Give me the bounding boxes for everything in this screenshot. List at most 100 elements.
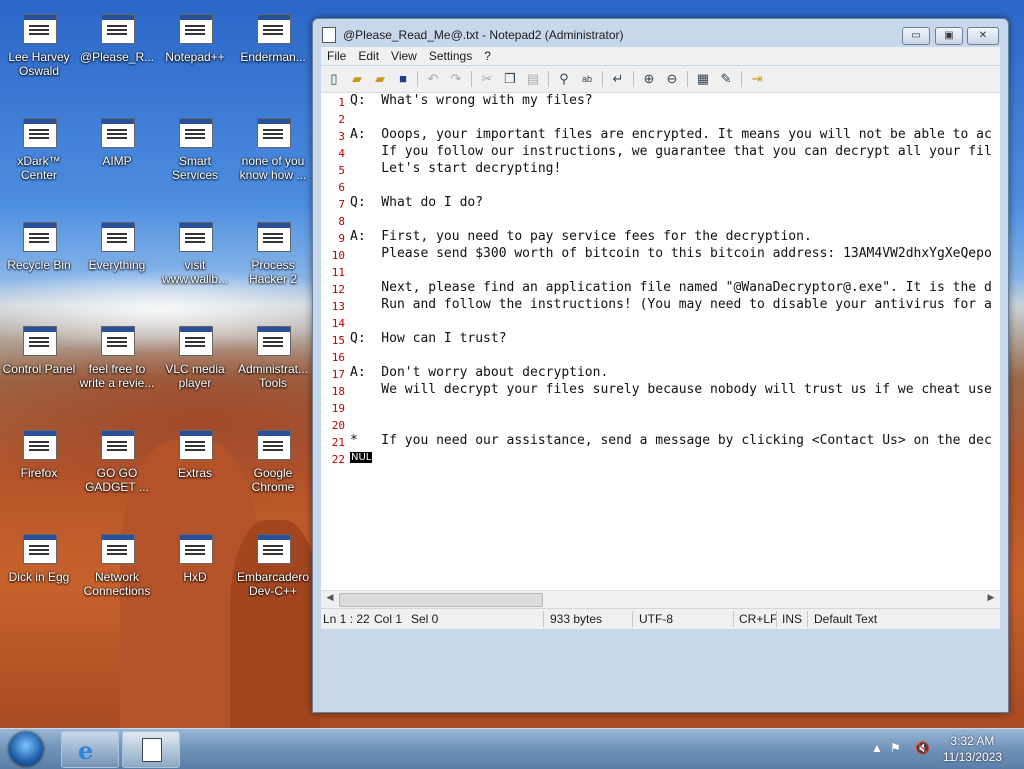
menu-settings[interactable]: Settings (423, 47, 478, 65)
title-bar[interactable]: @Please_Read_Me@.txt - Notepad2 (Adminis… (313, 19, 1008, 47)
desktop-icon[interactable]: Network Connections (78, 526, 156, 598)
desktop-icon[interactable]: none of you know how ... (234, 110, 312, 182)
admin-tools-icon (253, 318, 293, 358)
toolbar: ▯ ▰ ▰ ■ ↶ ↷ ✂ ❐ ▤ ⚲ ab ↵ ⊕ ⊖ ▦ ✎ ⇥ (321, 66, 1000, 93)
desktop-icon[interactable]: GO GO GADGET ... (78, 422, 156, 494)
text-line[interactable]: Let's start decrypting! (350, 161, 561, 176)
taskbar-notepad2[interactable] (122, 731, 180, 768)
text-line[interactable]: Run and follow the instructions! (You ma… (350, 297, 992, 312)
text-line[interactable]: If you follow our instructions, we guara… (350, 144, 992, 159)
zoom-out-icon[interactable]: ⊖ (664, 71, 680, 87)
text-line[interactable]: A: First, you need to pay service fees f… (350, 229, 812, 244)
line-number: 1 (338, 96, 345, 109)
desktop-icon[interactable]: Control Panel (0, 318, 78, 376)
text-line[interactable]: We will decrypt your files surely becaus… (350, 382, 992, 397)
new-file-icon[interactable]: ▯ (326, 71, 342, 87)
volume-muted-icon[interactable]: 🔇 (915, 741, 930, 755)
editor-text[interactable]: Q: What's wrong with my files? A: Ooops, … (350, 93, 1000, 590)
desktop-icon[interactable]: @Please_R... (78, 6, 156, 64)
scrollbar-thumb[interactable] (339, 593, 543, 607)
desktop-icon[interactable]: AIMP (78, 110, 156, 168)
text-line[interactable]: Q: What's wrong with my files? (350, 93, 593, 108)
start-button[interactable] (3, 730, 51, 768)
line-number: 18 (331, 385, 345, 398)
notepad2-window[interactable]: @Please_Read_Me@.txt - Notepad2 (Adminis… (312, 18, 1009, 713)
desktop-icon[interactable]: xDark™ Center (0, 110, 78, 182)
text-line[interactable]: Q: How can I trust? (350, 331, 507, 346)
desktop-icon-label: Firefox (20, 466, 58, 480)
text-line[interactable]: Next, please find an application file na… (350, 280, 992, 295)
show-hidden-icons[interactable]: ▲ (871, 741, 883, 755)
desktop-icon-label: VLC media player (165, 362, 225, 390)
line-number: 19 (331, 402, 345, 415)
line-number: 21 (331, 436, 345, 449)
desktop-icon[interactable]: HxD (156, 526, 234, 584)
save-icon[interactable]: ■ (395, 71, 411, 87)
browse-icon[interactable]: ▰ (372, 71, 388, 87)
find-icon[interactable]: ⚲ (556, 71, 572, 87)
word-wrap-icon[interactable]: ↵ (610, 71, 626, 87)
close-button[interactable]: ✕ (967, 27, 999, 45)
desktop-icon[interactable]: Recycle Bin (0, 214, 78, 272)
minimize-button[interactable]: ▭ (902, 27, 930, 45)
menu-help[interactable]: ? (478, 47, 497, 65)
desktop-icon-label: visit www.wallb... (161, 258, 229, 286)
redo-icon[interactable]: ↷ (448, 71, 464, 87)
exit-icon[interactable]: ⇥ (749, 71, 765, 87)
desktop-icon[interactable]: Lee Harvey Oswald (0, 6, 78, 78)
desktop-icon[interactable]: Process Hacker 2 (234, 214, 312, 286)
paste-icon[interactable]: ▤ (525, 71, 541, 87)
zoom-in-icon[interactable]: ⊕ (641, 71, 657, 87)
clock[interactable]: 3:32 AM 11/13/2023 (943, 733, 1002, 765)
text-editor[interactable]: 1 2 3 4 5 6 7 8 9 10 11 12 13 14 15 16 17 18 19 20 21 22 Q: W… (321, 93, 1000, 590)
scheme-icon[interactable]: ▦ (695, 71, 711, 87)
desktop-icon[interactable]: Everything (78, 214, 156, 272)
taskbar-internet-explorer[interactable]: e (61, 731, 119, 768)
text-line[interactable]: Q: What do I do? (350, 195, 483, 210)
scroll-right-icon[interactable]: ▶ (984, 592, 998, 603)
status-encoding[interactable]: UTF-8 (639, 612, 673, 626)
menu-view[interactable]: View (385, 47, 423, 65)
replace-icon[interactable]: ab (579, 71, 595, 87)
desktop-icon[interactable]: visit www.wallb... (156, 214, 234, 286)
status-scheme[interactable]: Default Text (814, 612, 877, 626)
copy-icon[interactable]: ❐ (502, 71, 518, 87)
customize-icon[interactable]: ✎ (718, 71, 734, 87)
line-number: 13 (331, 300, 345, 313)
cut-icon[interactable]: ✂ (479, 71, 495, 87)
status-line-endings[interactable]: CR+LF (739, 612, 777, 626)
desktop-icon[interactable]: Firefox (0, 422, 78, 480)
desktop-icon[interactable]: Dick in Egg (0, 526, 78, 584)
desktop-icon[interactable]: Embarcadero Dev-C++ (234, 526, 312, 598)
text-line[interactable]: Please send $300 worth of bitcoin to thi… (350, 246, 992, 261)
open-folder-icon[interactable]: ▰ (349, 71, 365, 87)
desktop-icon[interactable]: Enderman... (234, 6, 312, 64)
action-center-icon[interactable]: ⚑ (890, 741, 901, 755)
desktop-icon-label: Embarcadero Dev-C++ (236, 570, 310, 598)
desktop-icon[interactable]: Smart Services (156, 110, 234, 182)
text-line[interactable]: * If you need our assistance, send a mes… (350, 433, 992, 448)
text-line[interactable]: A: Don't worry about decryption. (350, 365, 608, 380)
text-line[interactable]: A: Ooops, your important files are encry… (350, 127, 992, 142)
xdark-icon (19, 110, 59, 150)
desktop-icon[interactable]: feel free to write a revie... (78, 318, 156, 390)
menu-edit[interactable]: Edit (352, 47, 385, 65)
line-number: 8 (338, 215, 345, 228)
notepad2-icon (322, 27, 336, 43)
app-icon (97, 422, 137, 462)
line-number: 6 (338, 181, 345, 194)
line-number: 15 (331, 334, 345, 347)
desktop-icon[interactable]: Notepad++ (156, 6, 234, 64)
desktop-icon-label: Control Panel (2, 362, 76, 376)
maximize-button[interactable]: ▣ (935, 27, 963, 45)
desktop-icon[interactable]: Google Chrome (234, 422, 312, 494)
windows-orb-icon (9, 732, 43, 766)
desktop-icon[interactable]: VLC media player (156, 318, 234, 390)
scroll-left-icon[interactable]: ◀ (323, 592, 337, 603)
horizontal-scrollbar[interactable]: ◀ ▶ (321, 590, 1000, 608)
desktop-icon[interactable]: Administrat... Tools (234, 318, 312, 390)
desktop-icon[interactable]: Extras (156, 422, 234, 480)
file-icon (175, 214, 215, 254)
menu-file[interactable]: File (321, 47, 352, 65)
undo-icon[interactable]: ↶ (425, 71, 441, 87)
